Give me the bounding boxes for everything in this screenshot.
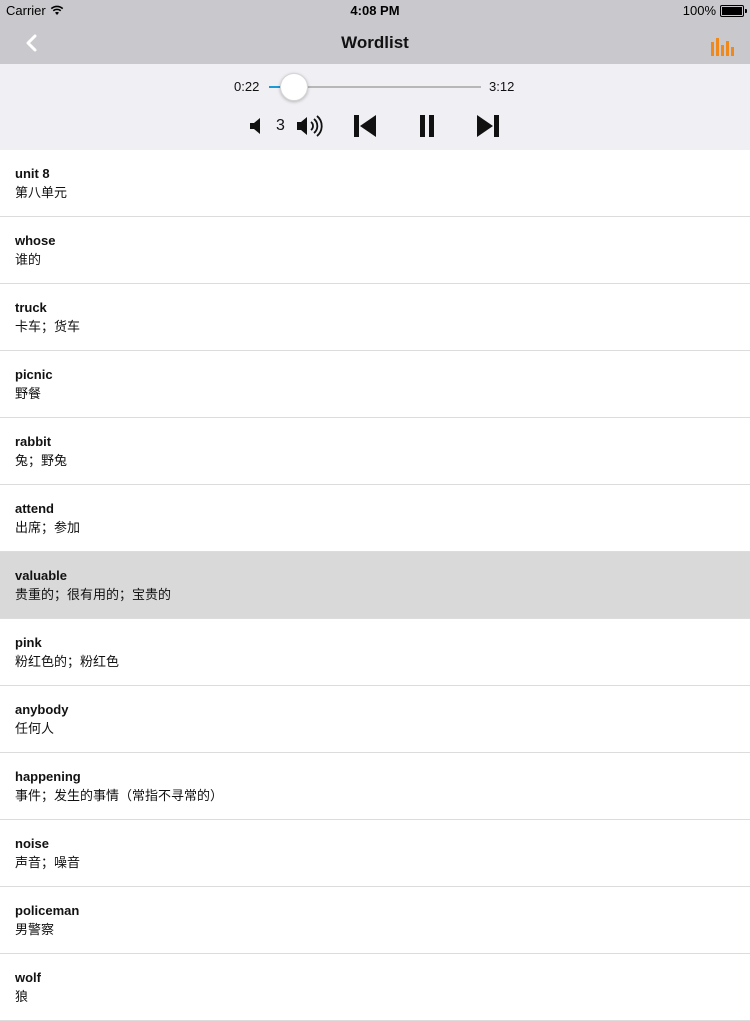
page-title: Wordlist	[341, 33, 409, 52]
word-list-item[interactable]: attend 出席；参加	[0, 485, 750, 552]
progress-slider[interactable]	[269, 73, 481, 101]
volume-up-button[interactable]	[294, 108, 326, 144]
status-bar: Carrier 4:08 PM 100%	[0, 0, 750, 22]
pause-button[interactable]	[412, 108, 442, 144]
next-track-button[interactable]	[472, 108, 504, 144]
word-meaning: 野餐	[15, 386, 42, 401]
word-meaning: 事件；发生的事情（常指不寻常的）	[15, 788, 224, 803]
speaker-low-icon	[250, 118, 260, 134]
word-text: attend	[15, 501, 54, 516]
word-text: picnic	[15, 367, 53, 382]
word-list-item[interactable]: rabbit 兔；野兔	[0, 418, 750, 485]
word-list-item[interactable]: whose 谁的	[0, 217, 750, 284]
word-meaning: 卡车；货车	[15, 319, 81, 334]
volume-level: 3	[276, 117, 285, 134]
word-meaning: 声音；噪音	[15, 855, 81, 870]
word-text: wolf	[15, 970, 41, 985]
playback-controls: 3	[0, 108, 750, 144]
word-list-item[interactable]: picnic 野餐	[0, 351, 750, 418]
skip-next-icon	[477, 115, 499, 137]
word-list-item[interactable]: wolf 狼	[0, 954, 750, 1021]
word-meaning: 任何人	[15, 721, 55, 736]
word-text: unit 8	[15, 166, 50, 181]
word-meaning: 粉红色的；粉红色	[15, 654, 120, 669]
word-meaning: 男警察	[15, 922, 55, 937]
previous-track-button[interactable]	[350, 108, 380, 144]
word-list-item[interactable]: pink 粉红色的；粉红色	[0, 619, 750, 686]
word-text: policeman	[15, 903, 80, 918]
word-list-item[interactable]: unit 8 第八单元	[0, 150, 750, 217]
equalizer-icon	[711, 38, 734, 56]
word-text: pink	[15, 635, 42, 650]
word-list-item[interactable]: truck 卡车；货车	[0, 284, 750, 351]
word-meaning: 狼	[15, 989, 29, 1004]
word-meaning: 贵重的；很有用的；宝贵的	[15, 587, 172, 602]
volume-down-button[interactable]	[246, 108, 266, 144]
word-list-item[interactable]: valuable 贵重的；很有用的；宝贵的	[0, 552, 750, 619]
word-text: happening	[15, 769, 81, 784]
current-time: 0:22	[234, 79, 260, 94]
battery-percent: 100%	[682, 3, 716, 18]
word-text: noise	[15, 836, 49, 851]
word-list: unit 8 第八单元 whose 谁的 truck 卡车；货车 picnic 野餐 rabbi…	[0, 150, 750, 1021]
word-text: anybody	[15, 702, 69, 717]
word-text: valuable	[15, 568, 68, 583]
word-meaning: 兔；野兔	[15, 453, 68, 468]
total-time: 3:12	[489, 79, 515, 94]
pause-icon	[420, 115, 434, 137]
word-list-item[interactable]: anybody 任何人	[0, 686, 750, 753]
word-list-item[interactable]: noise 声音；噪音	[0, 820, 750, 887]
audio-player: 0:22 3:12 3	[0, 64, 750, 150]
equalizer-button[interactable]	[708, 30, 736, 56]
status-time: 4:08 PM	[350, 3, 400, 18]
word-text: rabbit	[15, 434, 52, 449]
battery-icon	[720, 4, 747, 17]
word-text: whose	[15, 233, 56, 248]
skip-previous-icon	[354, 115, 376, 137]
word-meaning: 第八单元	[15, 185, 68, 200]
slider-thumb[interactable]	[280, 73, 309, 101]
word-list-item[interactable]: policeman 男警察	[0, 887, 750, 954]
battery-status: 100%	[682, 3, 747, 18]
word-text: truck	[15, 300, 47, 315]
navigation-bar: Wordlist	[0, 22, 750, 64]
word-list-item[interactable]: happening 事件；发生的事情（常指不寻常的）	[0, 753, 750, 820]
word-meaning: 出席；参加	[15, 520, 81, 535]
speaker-high-icon	[297, 115, 323, 137]
word-meaning: 谁的	[15, 252, 42, 267]
